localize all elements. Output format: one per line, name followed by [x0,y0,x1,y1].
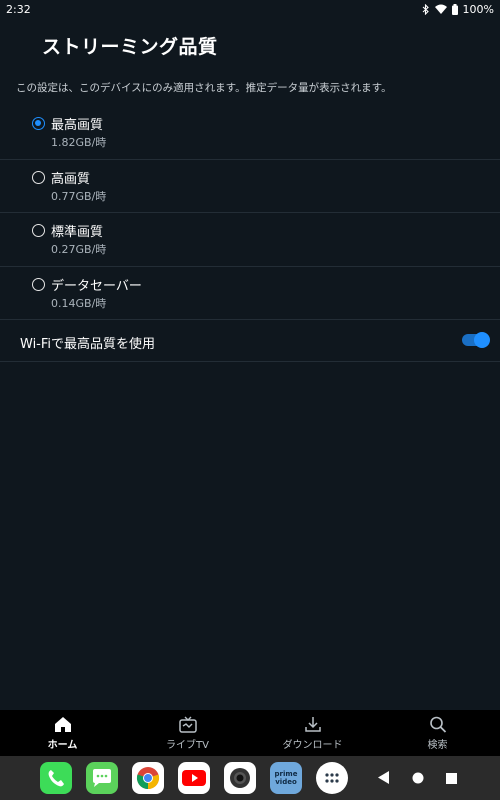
quality-option-high[interactable]: 高画質 0.77GB/時 [0,160,500,213]
radio-button[interactable] [32,170,45,184]
option-data-usage: 0.14GB/時 [51,296,107,310]
nav-label: ライブTV [166,739,209,751]
nav-search[interactable]: 検索 [375,710,500,756]
quality-option-data-saver[interactable]: データセーバー 0.14GB/時 [0,267,500,320]
toggle-knob [474,332,490,348]
radio-button[interactable] [32,224,45,237]
live-tv-icon [178,716,197,733]
prime-video-app-icon[interactable]: prime video [270,762,302,794]
system-navigation [378,769,457,788]
quality-option-best[interactable]: 最高画質 1.82GB/時 [0,106,500,160]
option-label: 最高画質 [51,118,104,133]
option-label: 高画質 [51,171,91,187]
radio-button[interactable] [32,277,45,291]
phone-app-icon[interactable] [40,762,72,794]
option-data-usage: 1.82GB/時 [51,136,107,149]
status-bar: 2:32 100% [0,0,500,18]
download-icon [304,716,322,733]
nav-label: ホーム [47,739,78,751]
quality-option-list: 最高画質 1.82GB/時 高画質 0.77GB/時 標準画質 0.27GB/時… [0,106,500,320]
wifi-best-quality-label: Wi-Fiで最高品質を使用 [20,337,156,352]
nav-label: 検索 [427,739,448,751]
camera-app-icon[interactable] [224,762,256,794]
radio-button[interactable] [32,117,45,130]
page-description: この設定は、このデバイスにのみ適用されます。推定データ量が表示されます。 [16,82,392,94]
option-data-usage: 0.27GB/時 [51,243,107,256]
status-icons: 100% [422,3,494,16]
home-button-icon[interactable] [412,769,424,788]
search-icon [429,716,447,733]
nav-label: ダウンロード [282,739,343,751]
recents-icon[interactable] [446,769,457,788]
battery-percent: 100% [462,2,494,16]
back-icon[interactable] [378,769,390,788]
status-time: 2:32 [6,2,31,16]
bluetooth-icon [422,3,430,15]
system-dock: prime video [0,756,500,800]
quality-option-standard[interactable]: 標準画質 0.27GB/時 [0,213,500,267]
app-drawer-icon[interactable] [316,762,348,794]
messages-app-icon[interactable] [86,762,118,794]
nav-download[interactable]: ダウンロード [250,710,375,756]
home-icon [54,716,72,733]
battery-icon [451,3,458,15]
wifi-icon [434,4,447,14]
nav-home[interactable]: ホーム [0,710,125,756]
prime-video-label-2: video [275,778,297,786]
option-label: データセーバー [51,278,142,294]
youtube-app-icon[interactable] [178,762,210,794]
nav-live-tv[interactable]: ライブTV [125,710,250,756]
page-title: ストリーミング品質 [42,36,218,58]
bottom-nav: ホーム ライブTV ダウンロード 検索 [0,710,500,756]
option-data-usage: 0.77GB/時 [51,189,107,203]
option-label: 標準画質 [51,225,104,240]
chrome-app-icon[interactable] [132,762,164,794]
prime-video-label-1: prime [274,770,298,778]
wifi-best-quality-toggle[interactable] [462,332,490,348]
wifi-best-quality-row[interactable]: Wi-Fiで最高品質を使用 [0,320,500,362]
